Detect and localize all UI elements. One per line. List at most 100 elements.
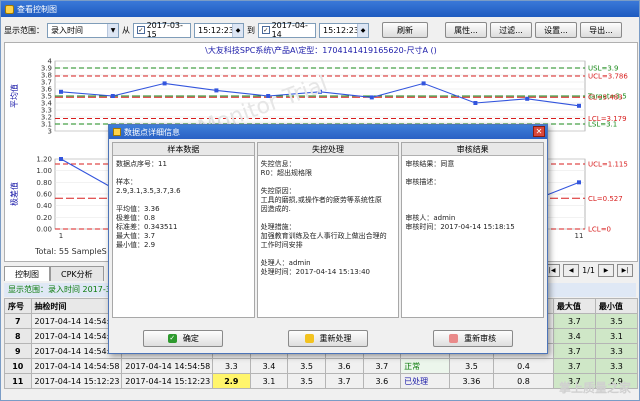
table-row[interactable]: 10 2017-04-14 14:54:58 2017-04-14 14:54:58… (4, 358, 639, 374)
cell-v3: 3.5 (287, 358, 326, 374)
detail-line: 数据点序号：11 (116, 160, 167, 168)
data-point (162, 81, 167, 86)
filter-button[interactable]: 过滤... (490, 22, 532, 38)
last-page-icon[interactable]: ▶| (617, 264, 633, 277)
range-select[interactable]: 录入时间 ▼ (47, 22, 119, 38)
spin-icon: ◆ (357, 23, 368, 37)
chevron-down-icon: ▼ (107, 23, 118, 37)
y-tick-label: 1.20 (36, 156, 52, 164)
detail-line: 工作时间安排 (260, 241, 303, 249)
cell-sd: 0.4 (493, 358, 554, 374)
y-axis-label: 平均值 (9, 84, 19, 108)
y-tick-label: 0.00 (36, 226, 52, 234)
chart-title: \大友科技SPC系统\产品A\定型：17041414191656​20-尺寸A … (205, 46, 437, 55)
detail-line: 审核时间：2017-04-14 15:18:15 (405, 223, 515, 231)
col-header-min[interactable]: 最小值 (594, 298, 639, 314)
from-date-picker[interactable]: ✓ 2017-03-15 (133, 21, 191, 39)
y-axis-label: 极差值 (9, 182, 19, 206)
sample-data-text: 数据点序号：11 样本： 2.9,3.1,3.5,3.7,3.6 平均值：3.36 极差… (113, 156, 254, 254)
cell-status: 正常 (400, 358, 450, 374)
cell-max: 3.4 (552, 328, 596, 344)
reaudit-button[interactable]: 重新审核 (432, 330, 513, 347)
detail-line: 审核结果：同意 (405, 160, 455, 168)
detail-line (405, 187, 540, 196)
limit-label: UCL=1.115 (588, 160, 628, 168)
y-tick-label: 0.40 (36, 202, 52, 210)
warning-icon (304, 334, 314, 343)
detail-line: 工具的磨损,或操作者的疲劳等系统性原 (260, 196, 382, 204)
detail-line: 加强教育训练及在人事行政上做出合理的 (260, 232, 387, 240)
y-tick-label: 0.80 (36, 179, 52, 187)
tab-control-chart[interactable]: 控制图 (4, 266, 50, 281)
detail-line: 审核描述： (405, 178, 441, 186)
next-page-icon[interactable]: ▶ (598, 264, 614, 277)
cell-max: 3.7 (552, 313, 596, 329)
app-icon (5, 4, 14, 14)
from-time-picker[interactable]: 15:12:23 ◆ (194, 22, 244, 38)
pager: |◀ ◀ 1/1 ▶ ▶| (544, 264, 633, 277)
data-point (577, 180, 581, 185)
detail-line: 失控原因： (260, 187, 296, 195)
cell-sd: 0.8 (493, 373, 554, 389)
col-header-max[interactable]: 最大值 (552, 298, 596, 314)
cell-min: 3.1 (594, 328, 639, 344)
to-date-picker[interactable]: ✓ 2017-04-14 (258, 21, 316, 39)
detail-line (261, 214, 396, 223)
col-header-no[interactable]: 序号 (4, 298, 32, 314)
settings-button[interactable]: 设置... (535, 22, 577, 38)
limit-label: UCL=3.786 (588, 72, 628, 80)
close-icon[interactable]: ✕ (533, 126, 545, 137)
detail-line: R0：超出规格限 (260, 169, 312, 177)
limit-label: LSL=3.1 (588, 121, 617, 129)
detail-line: 极差值：0.8 (116, 214, 156, 222)
cell-max: 3.7 (552, 343, 596, 359)
data-point (525, 96, 530, 101)
cell-min: 3.5 (594, 313, 639, 329)
cell-v1: 3.3 (212, 358, 251, 374)
table-row[interactable]: 11 2017-04-14 15:12:23 2017-04-14 15:12:23… (4, 373, 639, 389)
prev-page-icon[interactable]: ◀ (563, 264, 580, 277)
cell-v2: 3.4 (249, 358, 289, 374)
data-point (59, 89, 63, 94)
ok-button[interactable]: ✓ 确定 (143, 330, 224, 347)
cell-v3: 3.5 (287, 373, 326, 389)
detail-line (261, 250, 396, 259)
panel-header: 失控处理 (257, 143, 399, 156)
reprocess-button[interactable]: 重新处理 (288, 330, 368, 347)
tab-cpk[interactable]: CPK分析 (50, 266, 104, 281)
data-point (214, 88, 219, 93)
cell-v5: 3.6 (362, 373, 402, 389)
cell-v1: 2.9 (212, 373, 251, 389)
detail-line: 最小值：2.9 (116, 241, 156, 249)
window-title: 查看控制图 (17, 4, 57, 14)
data-point-dialog: 数据点详细信息 ✕ 样本数据 数据点序号：11 样本： 2.9,3.1,3.5,3.… (108, 124, 548, 354)
detail-line: 最大值：3.7 (116, 232, 156, 240)
data-point (59, 157, 63, 161)
cell-min: 3.3 (594, 343, 639, 359)
data-point (421, 81, 426, 86)
cell-min: 3.3 (594, 358, 639, 374)
total-label: Total: 55 SampleS (35, 247, 107, 256)
tab-bar: 控制图 CPK分析 (4, 266, 104, 281)
refresh-button[interactable]: 刷新 (382, 22, 428, 38)
x-tick-label: 11 (575, 232, 584, 240)
cell-v5: 3.7 (362, 358, 402, 374)
detail-line (405, 196, 540, 205)
y-tick-label: 3 (48, 128, 52, 136)
detail-line: 处理时间：2017-04-14 15:13:40 (260, 268, 371, 276)
checkbox-icon: ✓ (262, 26, 270, 34)
to-time-picker[interactable]: 15:12:23 ◆ (319, 22, 369, 38)
cell-time2: 2017-04-14 14:54:58 (121, 358, 214, 374)
properties-button[interactable]: 属性... (445, 22, 487, 38)
detail-line (405, 205, 540, 214)
cell-time2: 2017-04-14 15:12:23 (121, 373, 214, 389)
watermark-text: 掌上质量之家 (558, 381, 631, 395)
panel-header: 审核结果 (402, 143, 544, 156)
export-button[interactable]: 导出... (580, 22, 622, 38)
range-label: 显示范围： (4, 25, 44, 35)
cell-n: 10 (4, 358, 32, 374)
y-tick-label: 0.60 (36, 191, 52, 199)
sample-data-panel: 样本数据 数据点序号：11 样本： 2.9,3.1,3.5,3.7,3.6 平均值：3… (112, 142, 255, 318)
detail-line: 2.9,3.1,3.5,3.7,3.6 (116, 187, 181, 195)
detail-line (261, 178, 396, 187)
